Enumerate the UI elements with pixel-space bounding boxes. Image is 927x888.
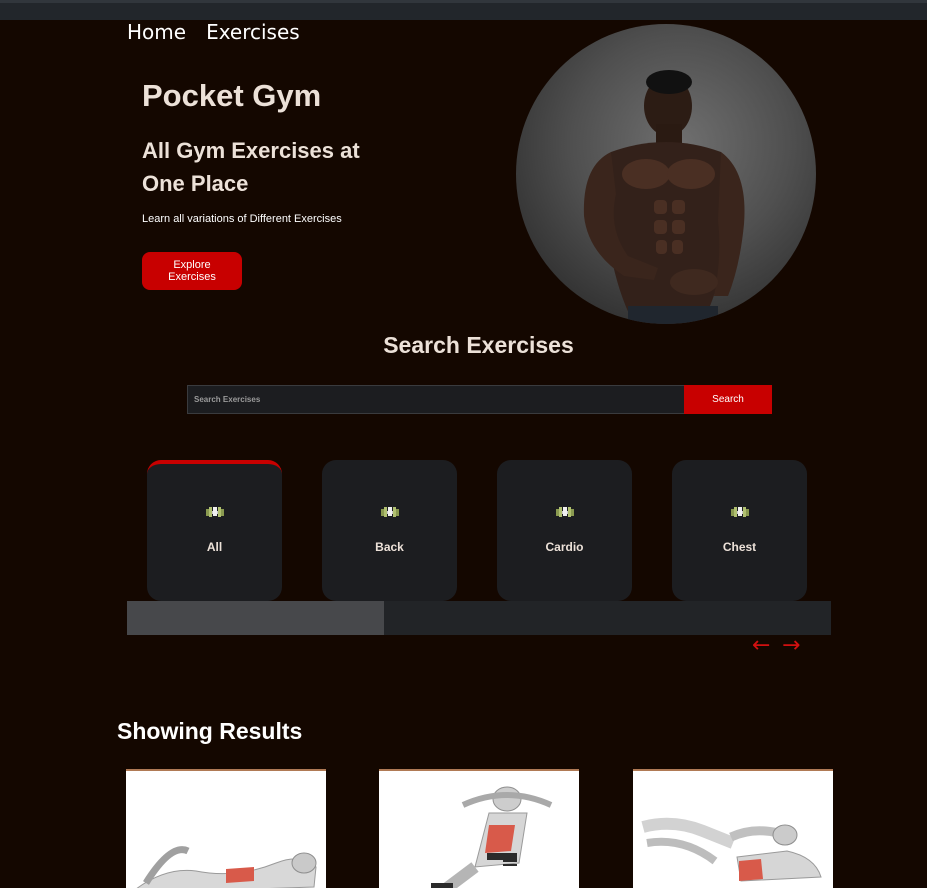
exercise-card[interactable]: [379, 769, 579, 888]
category-label: Chest: [722, 540, 757, 554]
arrow-right-icon[interactable]: →: [782, 633, 800, 658]
dumbbell-icon: [205, 507, 224, 517]
category-card-back[interactable]: Back: [322, 460, 457, 601]
category-scrollbar-thumb[interactable]: [127, 601, 384, 635]
category-card-chest[interactable]: Chest: [672, 460, 807, 601]
category-label: All: [206, 540, 223, 554]
exercise-illustration: [431, 786, 553, 888]
top-divider: [0, 0, 927, 3]
nav-home-link[interactable]: Home: [127, 20, 186, 44]
category-card-cardio[interactable]: Cardio: [497, 460, 632, 601]
hero-subtitle: All Gym Exercises at One Place: [142, 138, 360, 196]
results-title: Showing Results: [117, 718, 303, 744]
dumbbell-icon: [555, 507, 574, 517]
dumbbell-icon: [730, 507, 749, 517]
search-input[interactable]: [187, 385, 684, 414]
search-button[interactable]: Search: [684, 385, 772, 414]
exercise-illustration: [136, 846, 317, 888]
top-nav: Home Exercises: [127, 20, 300, 44]
exercise-card[interactable]: [633, 769, 833, 888]
explore-exercises-button[interactable]: Explore Exercises: [142, 252, 242, 290]
hero-title: Pocket Gym: [142, 78, 322, 113]
search-section-title: Search Exercises: [383, 332, 574, 358]
dumbbell-icon: [380, 507, 399, 517]
exercise-card[interactable]: [126, 769, 326, 888]
category-card-all[interactable]: All: [147, 460, 282, 601]
athlete-illustration: [583, 70, 745, 324]
hero-athlete-image: [516, 24, 816, 324]
hero-description: Learn all variations of Different Exerci…: [142, 213, 342, 225]
category-label: Back: [375, 540, 404, 554]
arrow-left-icon[interactable]: ←: [752, 633, 770, 658]
browser-top-strip: [0, 0, 927, 20]
category-label: Cardio: [545, 540, 584, 554]
exercise-illustration: [641, 817, 822, 882]
nav-exercises-link[interactable]: Exercises: [206, 20, 300, 44]
category-scrollbar-track[interactable]: [127, 601, 831, 635]
